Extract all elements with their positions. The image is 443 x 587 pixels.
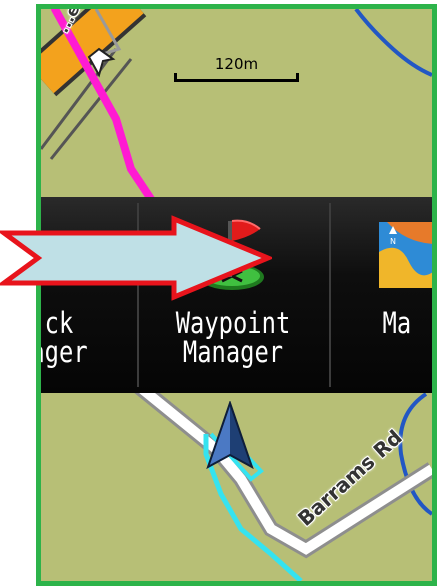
callout-arrow-icon (0, 215, 272, 301)
screenshot-stage: ...ent Ra Barrams Rd 120m ck ager Way (0, 0, 443, 587)
map-scale-bar: 120m (174, 55, 299, 85)
scale-label: 120m (214, 55, 259, 73)
position-arrow-icon (206, 401, 254, 470)
svg-text:N: N (390, 237, 396, 246)
menu-item-map[interactable]: N Ma (329, 197, 432, 393)
menu-item-label: Waypoint Manager (175, 306, 291, 369)
map-icon: N (379, 222, 432, 288)
menu-item-label: ck ager (36, 306, 88, 369)
menu-item-label: Ma (382, 306, 412, 340)
scale-line (174, 73, 299, 82)
